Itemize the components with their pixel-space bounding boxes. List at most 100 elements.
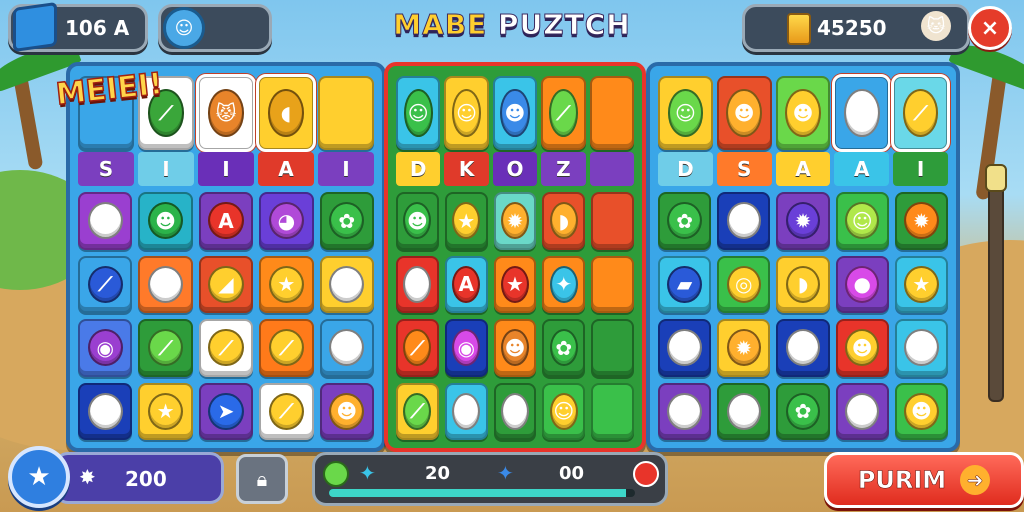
game-tile[interactable]: ☻ bbox=[835, 319, 889, 377]
title-part-2: PUZTCH bbox=[498, 8, 631, 42]
top-tile[interactable]: ☺ bbox=[658, 76, 713, 150]
game-tile[interactable]: ● bbox=[835, 255, 889, 313]
arrow-right-icon: ➜ bbox=[960, 465, 991, 495]
game-tile[interactable]: ◉ bbox=[78, 319, 133, 377]
game-tile[interactable]: ☻ bbox=[138, 192, 193, 250]
tile-glyph-icon: ☺ bbox=[87, 202, 123, 240]
game-tile[interactable]: ☺ bbox=[894, 319, 948, 377]
letter-label: K bbox=[444, 152, 489, 186]
star-icon: ★ bbox=[27, 462, 51, 492]
game-tile[interactable]: ☻ bbox=[717, 192, 771, 250]
top-tile[interactable]: 😾 bbox=[196, 74, 256, 152]
game-tile[interactable]: A bbox=[198, 192, 254, 250]
game-tile[interactable]: ☺ bbox=[78, 192, 133, 250]
go-button[interactable]: PURIM ➜ bbox=[824, 452, 1024, 508]
game-tile[interactable]: ☺ bbox=[835, 192, 889, 250]
top-tile[interactable]: ☻ bbox=[716, 76, 772, 150]
game-tile[interactable]: ✿ bbox=[658, 192, 712, 250]
game-tile[interactable]: ☺ bbox=[493, 382, 537, 440]
game-tile[interactable] bbox=[591, 382, 634, 440]
game-tile[interactable]: ★ bbox=[894, 255, 948, 313]
game-tile[interactable]: ◎ bbox=[717, 255, 771, 313]
tile-glyph-icon: ☻ bbox=[726, 202, 762, 240]
game-tile[interactable]: ★ bbox=[444, 192, 488, 250]
game-tile[interactable]: ☻ bbox=[894, 382, 948, 440]
game-tile[interactable]: ★ bbox=[138, 382, 193, 440]
game-tile[interactable]: ✹ bbox=[894, 192, 948, 250]
game-tile[interactable]: ☺ bbox=[542, 382, 586, 440]
top-tile[interactable]: ◖ bbox=[256, 74, 316, 152]
scroll-track[interactable] bbox=[985, 164, 1007, 402]
game-tile[interactable]: ✿ bbox=[776, 382, 830, 440]
tile-glyph-icon: ☻ bbox=[329, 392, 365, 430]
game-tile[interactable]: A bbox=[444, 255, 488, 313]
coins-counter[interactable]: 45250 🐱 bbox=[742, 4, 970, 52]
top-tile[interactable]: ⟋ bbox=[891, 74, 950, 152]
top-tile[interactable] bbox=[318, 76, 374, 150]
tile-glyph-icon: ✿ bbox=[785, 392, 821, 430]
star-button[interactable]: ★ bbox=[8, 446, 70, 508]
game-tile[interactable]: ☻ bbox=[493, 319, 537, 377]
game-tile[interactable]: ☺ bbox=[444, 382, 488, 440]
game-tile[interactable]: ✹ bbox=[717, 319, 771, 377]
tile-glyph-icon: ☺ bbox=[904, 329, 939, 367]
tile-glyph-icon: ✿ bbox=[549, 329, 578, 367]
game-tile[interactable] bbox=[591, 319, 634, 377]
game-tile[interactable]: ✿ bbox=[542, 319, 586, 377]
game-tile[interactable]: ★ bbox=[493, 255, 537, 313]
game-tile[interactable]: ☺ bbox=[319, 319, 374, 377]
letter-label: S bbox=[716, 152, 772, 186]
game-tile[interactable]: ⟋ bbox=[396, 319, 439, 377]
game-tile[interactable]: ☺ bbox=[78, 382, 133, 440]
top-tile[interactable]: ☻ bbox=[492, 76, 538, 150]
game-tile[interactable]: ▰ bbox=[658, 255, 712, 313]
game-tile[interactable]: ☺ bbox=[658, 319, 712, 377]
tile-glyph-icon: ⟋ bbox=[403, 329, 432, 367]
game-tile[interactable]: ✦ bbox=[542, 255, 586, 313]
top-tile[interactable]: ☻ bbox=[775, 76, 831, 150]
letter-label: I bbox=[318, 152, 374, 186]
game-tile[interactable]: ☻ bbox=[776, 319, 830, 377]
game-tile[interactable]: ⟋ bbox=[259, 382, 314, 440]
game-tile[interactable]: ★ bbox=[319, 255, 374, 313]
game-tile[interactable]: ★ bbox=[138, 255, 193, 313]
game-tile[interactable]: ☻ bbox=[835, 382, 889, 440]
tile-glyph-icon: ☺ bbox=[667, 89, 704, 137]
game-tile[interactable]: ⟋ bbox=[78, 255, 133, 313]
top-tile[interactable] bbox=[589, 76, 634, 150]
game-tile[interactable]: ⟋ bbox=[198, 319, 254, 377]
game-tile[interactable]: ⟋ bbox=[259, 319, 314, 377]
game-tile[interactable]: ★ bbox=[259, 255, 314, 313]
game-tile[interactable]: ◉ bbox=[444, 319, 488, 377]
game-tile[interactable]: ◢ bbox=[198, 255, 254, 313]
game-tile[interactable]: ✹ bbox=[776, 192, 830, 250]
game-tile[interactable]: ➤ bbox=[198, 382, 254, 440]
game-tile[interactable]: ☻ bbox=[717, 382, 771, 440]
game-tile[interactable]: ✹ bbox=[493, 192, 537, 250]
game-tile[interactable] bbox=[591, 192, 634, 250]
tile-glyph-icon: ◖ bbox=[267, 89, 305, 137]
burst-icon: ✸ bbox=[79, 465, 96, 489]
top-tile[interactable]: ⟋ bbox=[832, 74, 892, 152]
lock-icon: 🔒︎ bbox=[256, 467, 268, 491]
game-tile[interactable]: ◗ bbox=[542, 192, 586, 250]
game-tile[interactable]: ◗ bbox=[776, 255, 830, 313]
game-tile[interactable] bbox=[591, 255, 634, 313]
game-tile[interactable]: F bbox=[396, 255, 439, 313]
game-tile[interactable]: ⟋ bbox=[396, 382, 439, 440]
close-button[interactable]: × bbox=[968, 6, 1012, 50]
top-tile[interactable]: ☺ bbox=[444, 76, 489, 150]
game-tile[interactable]: ◕ bbox=[259, 192, 314, 250]
game-tile[interactable]: ☻ bbox=[396, 192, 439, 250]
game-tile[interactable]: ⟋ bbox=[138, 319, 193, 377]
game-tile[interactable]: ✿ bbox=[319, 192, 374, 250]
lock-button[interactable]: 🔒︎ bbox=[236, 454, 288, 504]
letter-label: A bbox=[258, 152, 314, 186]
game-tile[interactable]: ☻ bbox=[658, 382, 712, 440]
scroll-handle[interactable] bbox=[985, 164, 1007, 192]
top-tile[interactable]: ☺ bbox=[396, 76, 441, 150]
tile-glyph-icon: ☺ bbox=[452, 89, 482, 137]
game-tile[interactable]: ☻ bbox=[319, 382, 374, 440]
top-tile[interactable]: ⟋ bbox=[541, 76, 586, 150]
tile-glyph-icon: ✹ bbox=[904, 202, 939, 240]
